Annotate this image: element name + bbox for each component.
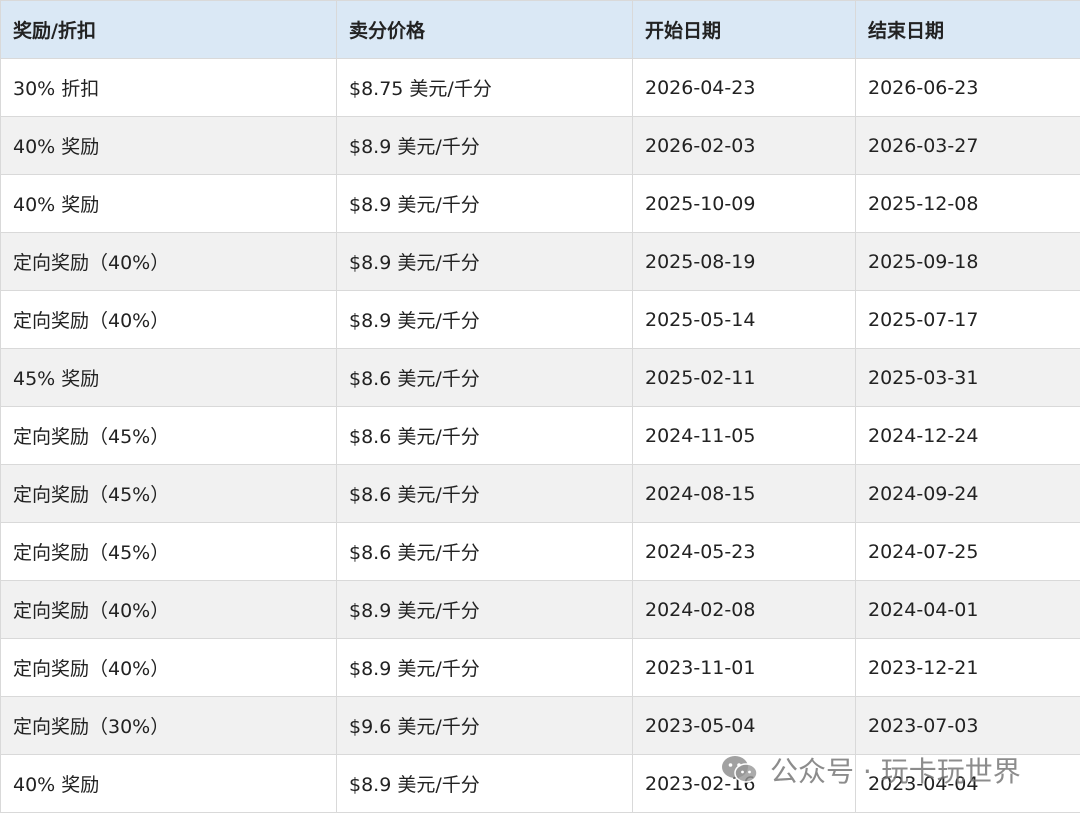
table-row: 40% 奖励 $8.9 美元/千分 2023-02-16 2023-04-04 <box>0 754 1080 813</box>
cell-bonus-discount: 定向奖励（45%） <box>0 406 337 465</box>
cell-bonus-discount: 30% 折扣 <box>0 58 337 117</box>
promotion-history-table-wrapper: 奖励/折扣 卖分价格 开始日期 结束日期 30% 折扣 $8.75 美元/千分 … <box>0 0 1080 815</box>
table-row: 40% 奖励 $8.9 美元/千分 2026-02-03 2026-03-27 <box>0 116 1080 175</box>
table-header: 奖励/折扣 卖分价格 开始日期 结束日期 <box>0 0 1080 59</box>
cell-start-date: 2024-11-05 <box>632 406 856 465</box>
cell-sell-price: $8.9 美元/千分 <box>336 116 633 175</box>
cell-start-date: 2023-05-04 <box>632 696 856 755</box>
cell-sell-price: $8.6 美元/千分 <box>336 348 633 407</box>
cell-sell-price: $8.9 美元/千分 <box>336 754 633 813</box>
cell-sell-price: $8.9 美元/千分 <box>336 580 633 639</box>
cell-bonus-discount: 40% 奖励 <box>0 116 337 175</box>
cell-start-date: 2024-05-23 <box>632 522 856 581</box>
cell-end-date: 2023-12-21 <box>855 638 1080 697</box>
cell-end-date: 2024-04-01 <box>855 580 1080 639</box>
table-row: 30% 折扣 $8.75 美元/千分 2026-04-23 2026-06-23 <box>0 58 1080 117</box>
cell-start-date: 2025-05-14 <box>632 290 856 349</box>
cell-start-date: 2023-11-01 <box>632 638 856 697</box>
table-row: 定向奖励（40%） $8.9 美元/千分 2024-02-08 2024-04-… <box>0 580 1080 639</box>
table-row: 定向奖励（45%） $8.6 美元/千分 2024-08-15 2024-09-… <box>0 464 1080 523</box>
header-row: 奖励/折扣 卖分价格 开始日期 结束日期 <box>0 0 1080 59</box>
cell-bonus-discount: 定向奖励（45%） <box>0 464 337 523</box>
cell-end-date: 2023-07-03 <box>855 696 1080 755</box>
cell-sell-price: $8.9 美元/千分 <box>336 232 633 291</box>
cell-end-date: 2024-09-24 <box>855 464 1080 523</box>
table-row: 40% 奖励 $8.9 美元/千分 2025-10-09 2025-12-08 <box>0 174 1080 233</box>
cell-sell-price: $8.9 美元/千分 <box>336 290 633 349</box>
cell-end-date: 2023-04-04 <box>855 754 1080 813</box>
cell-start-date: 2024-02-08 <box>632 580 856 639</box>
header-start-date: 开始日期 <box>632 0 856 59</box>
table-row: 定向奖励（40%） $8.9 美元/千分 2025-08-19 2025-09-… <box>0 232 1080 291</box>
header-bonus-discount: 奖励/折扣 <box>0 0 337 59</box>
cell-sell-price: $8.6 美元/千分 <box>336 406 633 465</box>
promotion-history-table: 奖励/折扣 卖分价格 开始日期 结束日期 30% 折扣 $8.75 美元/千分 … <box>0 0 1080 813</box>
table-row: 定向奖励（30%） $9.6 美元/千分 2023-05-04 2023-07-… <box>0 696 1080 755</box>
cell-start-date: 2023-02-16 <box>632 754 856 813</box>
cell-bonus-discount: 定向奖励（40%） <box>0 580 337 639</box>
cell-end-date: 2025-09-18 <box>855 232 1080 291</box>
cell-bonus-discount: 45% 奖励 <box>0 348 337 407</box>
cell-bonus-discount: 定向奖励（40%） <box>0 638 337 697</box>
cell-sell-price: $8.9 美元/千分 <box>336 638 633 697</box>
cell-start-date: 2025-08-19 <box>632 232 856 291</box>
cell-bonus-discount: 定向奖励（40%） <box>0 232 337 291</box>
cell-end-date: 2026-06-23 <box>855 58 1080 117</box>
cell-sell-price: $8.75 美元/千分 <box>336 58 633 117</box>
cell-bonus-discount: 定向奖励（40%） <box>0 290 337 349</box>
cell-end-date: 2024-12-24 <box>855 406 1080 465</box>
cell-bonus-discount: 40% 奖励 <box>0 174 337 233</box>
table-row: 定向奖励（45%） $8.6 美元/千分 2024-11-05 2024-12-… <box>0 406 1080 465</box>
table-row: 定向奖励（40%） $8.9 美元/千分 2023-11-01 2023-12-… <box>0 638 1080 697</box>
cell-end-date: 2025-12-08 <box>855 174 1080 233</box>
cell-bonus-discount: 定向奖励（45%） <box>0 522 337 581</box>
cell-end-date: 2025-07-17 <box>855 290 1080 349</box>
cell-bonus-discount: 40% 奖励 <box>0 754 337 813</box>
cell-sell-price: $8.9 美元/千分 <box>336 174 633 233</box>
header-sell-price: 卖分价格 <box>336 0 633 59</box>
cell-start-date: 2026-02-03 <box>632 116 856 175</box>
cell-start-date: 2025-02-11 <box>632 348 856 407</box>
cell-end-date: 2024-07-25 <box>855 522 1080 581</box>
cell-sell-price: $8.6 美元/千分 <box>336 464 633 523</box>
table-row: 定向奖励（45%） $8.6 美元/千分 2024-05-23 2024-07-… <box>0 522 1080 581</box>
table-row: 定向奖励（40%） $8.9 美元/千分 2025-05-14 2025-07-… <box>0 290 1080 349</box>
cell-sell-price: $8.6 美元/千分 <box>336 522 633 581</box>
table-body: 30% 折扣 $8.75 美元/千分 2026-04-23 2026-06-23… <box>0 58 1080 813</box>
cell-start-date: 2026-04-23 <box>632 58 856 117</box>
cell-start-date: 2025-10-09 <box>632 174 856 233</box>
cell-end-date: 2025-03-31 <box>855 348 1080 407</box>
table-row: 45% 奖励 $8.6 美元/千分 2025-02-11 2025-03-31 <box>0 348 1080 407</box>
cell-start-date: 2024-08-15 <box>632 464 856 523</box>
cell-sell-price: $9.6 美元/千分 <box>336 696 633 755</box>
cell-bonus-discount: 定向奖励（30%） <box>0 696 337 755</box>
cell-end-date: 2026-03-27 <box>855 116 1080 175</box>
header-end-date: 结束日期 <box>855 0 1080 59</box>
